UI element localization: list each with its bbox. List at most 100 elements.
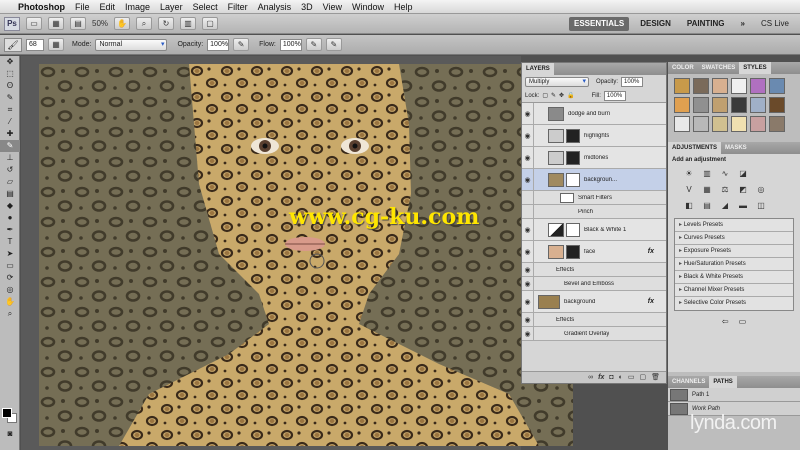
healing-tool-icon[interactable]: ✚	[0, 128, 20, 140]
preset-channel-mixer[interactable]: Channel Mixer Presets	[675, 284, 793, 297]
3d-rotate-tool-icon[interactable]: ⟳	[0, 272, 20, 284]
pen-tool-icon[interactable]: ✒	[0, 224, 20, 236]
zoom-tool-button[interactable]: ⌕	[136, 17, 153, 30]
layer-row-background-copy[interactable]: ◉ backgroun...	[522, 169, 666, 191]
brush-size-field[interactable]: 68	[26, 38, 44, 51]
visibility-eye-icon[interactable]	[522, 191, 534, 204]
invert-icon[interactable]: ◧	[682, 200, 696, 212]
menu-edit[interactable]: Edit	[100, 2, 116, 12]
new-adjustment-icon[interactable]: ◐	[619, 372, 623, 383]
style-swatch[interactable]	[674, 116, 690, 132]
preset-levels[interactable]: Levels Presets	[675, 219, 793, 232]
crop-tool-icon[interactable]: ⌗	[0, 104, 20, 116]
gradient-tool-icon[interactable]: ▤	[0, 188, 20, 200]
quick-select-tool-icon[interactable]: ✎	[0, 92, 20, 104]
add-layer-style-icon[interactable]: fx	[598, 372, 604, 383]
foreground-color-swatch[interactable]	[2, 408, 12, 418]
guides-button[interactable]: ▤	[70, 17, 86, 30]
style-swatch[interactable]	[693, 116, 709, 132]
preset-selective-color[interactable]: Selective Color Presets	[675, 297, 793, 310]
brush-preset-icon[interactable]: 🖌	[4, 37, 22, 52]
workspace-painting[interactable]: PAINTING	[682, 17, 730, 31]
hue-saturation-icon[interactable]: ▦	[700, 184, 714, 196]
app-menu[interactable]: Photoshop	[18, 2, 65, 12]
eraser-tool-icon[interactable]: ▱	[0, 176, 20, 188]
layer-effects-icon[interactable]: fx	[648, 298, 654, 305]
brightness-contrast-icon[interactable]: ☀	[682, 168, 696, 180]
lock-all-icon[interactable]: 🔒	[567, 92, 574, 99]
style-swatch[interactable]	[750, 78, 766, 94]
bridge-button[interactable]: ▭	[26, 17, 42, 30]
levels-icon[interactable]: ▥	[700, 168, 714, 180]
cs-live-button[interactable]: CS Live	[756, 17, 794, 31]
blend-mode-dropdown[interactable]: Multiply	[525, 77, 589, 87]
shape-tool-icon[interactable]: ▭	[0, 260, 20, 272]
opacity-field[interactable]: 100%	[207, 38, 230, 51]
vibrance-icon[interactable]: V	[682, 184, 696, 196]
fill-field[interactable]: 100%	[603, 90, 626, 101]
effect-bevel-row[interactable]: ◉ Bevel and Emboss	[522, 277, 666, 291]
layer-row-highlights[interactable]: ◉ highlights	[522, 125, 666, 147]
tab-channels[interactable]: CHANNELS	[668, 376, 709, 388]
path-row[interactable]: Path 1	[668, 388, 800, 402]
move-tool-icon[interactable]: ✥	[0, 56, 20, 68]
layer-row-midtones[interactable]: ◉ midtones	[522, 147, 666, 169]
dodge-tool-icon[interactable]: ●	[0, 212, 20, 224]
menu-layer[interactable]: Layer	[160, 2, 183, 12]
menu-filter[interactable]: Filter	[228, 2, 248, 12]
style-swatch[interactable]	[674, 97, 690, 113]
smart-filters-row[interactable]: Smart Filters	[522, 191, 666, 205]
arrange-docs-button[interactable]: ▥	[180, 17, 197, 30]
style-swatch[interactable]	[731, 97, 747, 113]
size-pressure-icon[interactable]: ✎	[325, 38, 342, 51]
lasso-tool-icon[interactable]: ʘ	[0, 80, 20, 92]
style-swatch[interactable]	[712, 78, 728, 94]
menu-window[interactable]: Window	[352, 2, 384, 12]
trash-icon[interactable]: 🗑	[651, 372, 660, 383]
photo-filter-icon[interactable]: ◎	[754, 184, 768, 196]
workspace-essentials[interactable]: ESSENTIALS	[568, 16, 630, 31]
return-icon[interactable]: ⇦	[722, 317, 729, 326]
smart-filter-pinch-row[interactable]: Pinch	[522, 205, 666, 219]
menu-analysis[interactable]: Analysis	[258, 2, 292, 12]
style-swatch[interactable]	[674, 78, 690, 94]
new-layer-icon[interactable]: ▢	[639, 372, 646, 383]
visibility-eye-icon[interactable]: ◉	[522, 277, 534, 290]
menu-select[interactable]: Select	[193, 2, 218, 12]
effects-row[interactable]: ◉ Effects	[522, 313, 666, 327]
visibility-eye-icon[interactable]: ◉	[522, 291, 534, 312]
style-swatch[interactable]	[712, 97, 728, 113]
menu-view[interactable]: View	[323, 2, 342, 12]
style-swatch[interactable]	[731, 78, 747, 94]
hand-tool-button[interactable]: ✋	[114, 17, 131, 30]
visibility-eye-icon[interactable]: ◉	[522, 219, 534, 240]
lock-position-icon[interactable]: ✥	[559, 92, 564, 99]
lock-pixels-icon[interactable]: ✎	[551, 92, 556, 99]
style-swatch[interactable]	[750, 116, 766, 132]
menu-help[interactable]: Help	[394, 2, 413, 12]
visibility-eye-icon[interactable]: ◉	[522, 313, 534, 326]
curves-icon[interactable]: ∿	[718, 168, 732, 180]
tab-swatches[interactable]: SWATCHES	[698, 62, 740, 74]
flow-field[interactable]: 100%	[279, 38, 302, 51]
zoom-tool-icon[interactable]: ⌕	[0, 308, 20, 320]
new-group-icon[interactable]: ▭	[628, 372, 635, 383]
rotate-view-button[interactable]: ↻	[158, 17, 175, 30]
mode-dropdown[interactable]: Normal	[95, 38, 168, 51]
style-swatch[interactable]	[693, 78, 709, 94]
brush-tool-icon[interactable]: ✎	[0, 140, 20, 152]
effect-gradient-row[interactable]: ◉ Gradient Overlay	[522, 327, 666, 341]
clone-stamp-tool-icon[interactable]: ⊥	[0, 152, 20, 164]
style-swatch[interactable]	[769, 97, 785, 113]
visibility-eye-icon[interactable]: ◉	[522, 103, 534, 124]
tab-paths[interactable]: PATHS	[709, 376, 737, 388]
menu-image[interactable]: Image	[125, 2, 150, 12]
preset-black-white[interactable]: Black & White Presets	[675, 271, 793, 284]
layer-opacity-field[interactable]: 100%	[621, 77, 644, 87]
quick-mask-icon[interactable]: ◙	[0, 428, 20, 440]
brush-panel-button[interactable]: ▦	[48, 38, 64, 51]
visibility-eye-icon[interactable]: ◉	[522, 125, 534, 146]
style-swatch[interactable]	[731, 116, 747, 132]
eyedropper-tool-icon[interactable]: ⁄	[0, 116, 20, 128]
gradient-map-icon[interactable]: ▬	[736, 200, 750, 212]
